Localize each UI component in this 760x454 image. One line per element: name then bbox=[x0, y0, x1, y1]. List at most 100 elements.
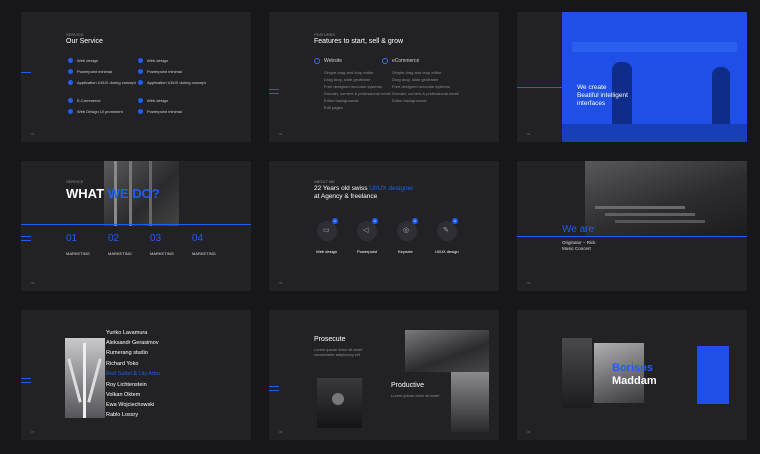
bio-line: at Agency & freelance bbox=[314, 193, 378, 200]
person-photo bbox=[317, 378, 362, 428]
feature-item: Editor backgrounds bbox=[392, 98, 427, 103]
client-name: Roy Lichtenstein bbox=[106, 382, 147, 388]
target-icon: ◎ bbox=[397, 221, 417, 241]
feature-item: Editor backgrounds bbox=[324, 98, 359, 103]
client-name: Volkan Oktem bbox=[106, 392, 141, 398]
edge-marker bbox=[269, 89, 279, 90]
client-name: Richard Yoko bbox=[106, 361, 139, 367]
service-icon bbox=[138, 98, 143, 103]
service-icon bbox=[68, 98, 73, 103]
photo-step bbox=[605, 213, 695, 216]
step-label: MARKETING bbox=[150, 251, 174, 256]
skill-label: Powerpoint bbox=[357, 249, 378, 254]
count-badge: 3 bbox=[412, 218, 418, 224]
slide-we-are[interactable]: We are Originator – Rick Music Concert 0… bbox=[517, 161, 747, 291]
service-icon bbox=[138, 69, 143, 74]
skill-label: UI/UX design bbox=[435, 249, 459, 254]
service-item: Web design bbox=[77, 58, 99, 63]
edge-marker bbox=[269, 386, 279, 387]
sculpture-spike bbox=[83, 343, 86, 418]
sculpture-photo bbox=[65, 338, 105, 418]
monitor-icon: ▭ bbox=[317, 221, 337, 241]
headline-line: interfaces bbox=[577, 100, 606, 107]
page-number: 03 bbox=[527, 132, 531, 136]
service-icon bbox=[68, 69, 73, 74]
edge-marker bbox=[269, 390, 279, 391]
page-number: 05 bbox=[279, 281, 283, 285]
slide-about-designer[interactable]: ABOUT ME 22 Years old swiss UI/UX design… bbox=[269, 161, 499, 291]
service-icon bbox=[138, 58, 143, 63]
megaphone-icon: ◁ bbox=[357, 221, 377, 241]
blue-photo bbox=[562, 12, 747, 142]
photo-floor bbox=[562, 124, 747, 142]
photo-step bbox=[595, 206, 685, 209]
client-name: Rablo Lossry bbox=[106, 412, 139, 418]
page-number: 01 bbox=[31, 132, 35, 136]
body-text: Lorem ipsum dolor sit amet bbox=[391, 393, 440, 398]
count-badge: 1 bbox=[332, 218, 338, 224]
photo-step bbox=[615, 220, 705, 223]
service-icon bbox=[68, 58, 73, 63]
edge-marker bbox=[21, 236, 31, 237]
eyebrow-text: FEATURES bbox=[314, 32, 336, 37]
accent-line bbox=[21, 224, 251, 225]
edge-marker bbox=[21, 240, 31, 241]
service-item: Web Design UI prominent bbox=[77, 109, 123, 114]
eyebrow-text: SERVICE bbox=[66, 32, 84, 37]
service-item: Application UI/UX during concept bbox=[147, 80, 206, 85]
feature-item: Domain, corners & professional email bbox=[324, 91, 391, 96]
feature-item: Edit pages bbox=[324, 105, 343, 110]
page-number: 02 bbox=[279, 132, 283, 136]
step-number: 03 bbox=[150, 233, 162, 244]
eyebrow-text: ABOUT ME bbox=[314, 179, 335, 184]
headline-line: We create bbox=[577, 84, 607, 91]
edge-marker bbox=[21, 72, 31, 73]
page-number: 07 bbox=[31, 430, 35, 434]
landscape-photo bbox=[405, 330, 489, 372]
section-title: Prosecute bbox=[314, 336, 346, 343]
blue-panel bbox=[697, 346, 729, 404]
slide-we-create[interactable]: We create Beatiful intelligent interface… bbox=[517, 12, 747, 142]
slide-prosecute[interactable]: Prosecute Lorem ipsum dolor sit amet con… bbox=[269, 310, 499, 440]
client-name: Rumerang studio bbox=[106, 350, 148, 356]
headline-line: Beatiful intelligent bbox=[577, 92, 628, 99]
eyebrow-text: SERVICE bbox=[66, 179, 84, 184]
photo-head bbox=[332, 393, 344, 405]
section-title: Productive bbox=[391, 382, 425, 389]
feature-item: Domain, corners & professional email bbox=[392, 91, 459, 96]
skill-label: Web design bbox=[316, 249, 338, 254]
subtitle-line: Originator – Rick bbox=[562, 240, 596, 245]
check-icon bbox=[382, 58, 388, 64]
service-item: Application UI/UX during concept bbox=[77, 80, 136, 85]
page-number: 08 bbox=[279, 430, 283, 434]
tower-photo bbox=[451, 372, 489, 432]
slide-clients[interactable]: Yuriko Lavamura Aleksandr Gerasimov Rume… bbox=[21, 310, 251, 440]
count-badge: 4 bbox=[452, 218, 458, 224]
step-number: 04 bbox=[192, 233, 204, 244]
bio-line: 22 Years old swiss UI/UX designer bbox=[314, 185, 414, 192]
count-badge: 2 bbox=[372, 218, 378, 224]
service-item: E-Commerce bbox=[77, 98, 101, 103]
service-icon bbox=[68, 109, 73, 114]
service-icon bbox=[138, 109, 143, 114]
slide-what-we-do[interactable]: SERVICE WHAT WE DO? 01 02 03 04 MARKETIN… bbox=[21, 161, 251, 291]
sculpture-spike bbox=[67, 358, 82, 403]
accent-line bbox=[517, 87, 562, 88]
service-item: Web design bbox=[147, 58, 169, 63]
page-number: 04 bbox=[31, 281, 35, 285]
slide-borisos-maddam[interactable]: Borisos Maddam 09 bbox=[517, 310, 747, 440]
person-silhouette bbox=[712, 67, 730, 132]
page-number: 09 bbox=[527, 430, 531, 434]
tools-icon: ✎ bbox=[437, 221, 457, 241]
interior-photo bbox=[562, 338, 592, 408]
feature-item: Free designed recourse systems bbox=[324, 84, 383, 89]
headline-word: Maddam bbox=[612, 375, 657, 387]
headline-word: Borisos bbox=[612, 362, 653, 374]
subtitle-line: Music Concert bbox=[562, 246, 591, 251]
feature-heading: eCommerce bbox=[392, 58, 420, 64]
client-name-highlighted: Red Safari & Lily Arbu bbox=[106, 371, 160, 377]
slide-features[interactable]: FEATURES Features to start, sell & grow … bbox=[269, 12, 499, 142]
accent-line bbox=[517, 236, 747, 237]
slide-our-service[interactable]: SERVICE Our Service Web design Powerpoin… bbox=[21, 12, 251, 142]
edge-marker bbox=[21, 382, 31, 383]
